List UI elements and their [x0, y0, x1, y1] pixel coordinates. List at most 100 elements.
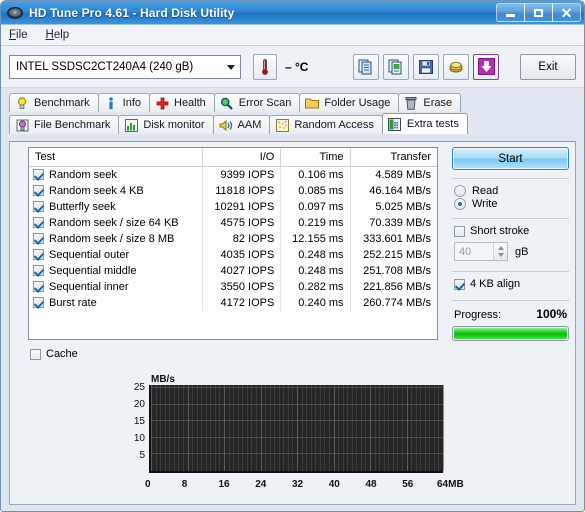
test-enabled-checkbox[interactable]: [33, 280, 44, 292]
chart-gridline-v: [169, 385, 171, 471]
chart-gridline-v: [265, 385, 267, 471]
exit-button[interactable]: Exit: [520, 53, 576, 80]
test-enabled-checkbox[interactable]: [33, 200, 44, 212]
transfer-cell: 333.601 MB/s: [363, 232, 431, 245]
file-benchmark-icon: [15, 118, 29, 132]
chart-gridline-v: [356, 385, 358, 471]
random-access-icon: [275, 118, 289, 132]
tab-random-access[interactable]: Random Access: [269, 115, 383, 134]
chart-gridline-v: [420, 385, 422, 471]
window-controls: ✕: [496, 3, 581, 22]
col-test: Test: [29, 148, 203, 167]
test-enabled-checkbox[interactable]: [33, 264, 44, 276]
short-stroke-input[interactable]: 40: [454, 242, 508, 261]
start-button[interactable]: Start: [452, 147, 569, 170]
bar-chart-icon: [124, 118, 138, 132]
spinner-up-icon[interactable]: [497, 246, 504, 250]
tab-erase[interactable]: Erase: [398, 93, 462, 112]
table-row[interactable]: Sequential outer 4035 IOPS 0.248 ms 252.215…: [29, 246, 437, 263]
tab-folder-usage[interactable]: Folder Usage: [299, 93, 400, 112]
tab-aam-label: AAM: [237, 119, 262, 131]
download-arrow-icon[interactable]: [473, 53, 499, 80]
chart-y-tick: 5: [139, 450, 145, 462]
minimize-button[interactable]: [496, 3, 525, 22]
test-enabled-checkbox[interactable]: [33, 232, 44, 244]
tab-benchmark[interactable]: Benchmark: [9, 93, 99, 112]
table-row[interactable]: Random seek / size 8 MB 82 IOPS 12.155 ms 3…: [29, 230, 437, 247]
chart-gridline-v: [178, 385, 180, 471]
chart-gridline-v: [411, 385, 413, 471]
menu-file[interactable]: File: [9, 29, 28, 41]
test-name-label: Random seek / size 64 KB: [49, 216, 179, 229]
time-cell: 0.248 ms: [280, 262, 351, 279]
chart-gridline-h: [151, 420, 443, 422]
tab-disk-monitor[interactable]: Disk monitor: [118, 115, 214, 134]
test-name-cell: Butterfly seek: [29, 198, 203, 215]
temperature-button[interactable]: [253, 53, 277, 80]
test-name-cell: Sequential outer: [29, 246, 203, 263]
magnifier-icon: [220, 96, 234, 110]
tab-aam[interactable]: AAM: [212, 115, 271, 134]
table-row[interactable]: Random seek 9399 IOPS 0.106 ms 4.589 MB/s: [29, 166, 437, 183]
radio-write[interactable]: Write: [454, 198, 569, 210]
table-row[interactable]: Sequential middle 4027 IOPS 0.248 ms 251.70…: [29, 262, 437, 279]
align-checkbox[interactable]: 4 KB align: [454, 278, 569, 290]
tab-extra-tests-label: Extra tests: [406, 118, 459, 130]
tab-info[interactable]: Info: [97, 93, 150, 112]
transfer-cell: 221.856 MB/s: [363, 280, 431, 293]
tab-health[interactable]: Health: [149, 93, 215, 112]
tab-health-label: Health: [174, 97, 206, 109]
copy-image-icon[interactable]: [383, 53, 409, 80]
spinner-down-icon[interactable]: [497, 253, 504, 257]
test-enabled-checkbox[interactable]: [33, 184, 44, 196]
extra-tests-icon: [388, 117, 402, 131]
close-button[interactable]: ✕: [552, 3, 581, 22]
chart-gridline-v: [333, 385, 335, 471]
short-stroke-checkbox-box: [454, 225, 465, 237]
radio-read[interactable]: Read: [454, 185, 569, 197]
drive-select[interactable]: INTEL SSDSC2CT240A4 (240 gB): [9, 54, 241, 79]
chart-gridline-h: [151, 453, 443, 455]
divider-2: [452, 218, 569, 219]
test-name-cell: Sequential middle: [29, 262, 203, 279]
copy-icon[interactable]: [353, 53, 379, 80]
table-row[interactable]: Burst rate 4172 IOPS 0.240 ms 260.774 MB/s: [29, 294, 437, 311]
short-stroke-checkbox[interactable]: Short stroke: [454, 225, 569, 237]
chart-gridline-v: [397, 385, 399, 471]
chart-gridline-v: [429, 385, 431, 471]
table-row[interactable]: Sequential inner 3550 IOPS 0.282 ms 221.856…: [29, 278, 437, 295]
start-button-label: Start: [498, 152, 523, 165]
test-name-label: Random seek / size 8 MB: [49, 232, 175, 245]
chart-gridline-v: [360, 385, 362, 471]
chart-gridline-v: [292, 385, 294, 471]
spinner-arrows[interactable]: [493, 243, 507, 260]
save-icon[interactable]: [413, 53, 439, 80]
test-name-label: Sequential outer: [49, 248, 130, 261]
chart-gridline-v: [196, 385, 198, 471]
cache-checkbox[interactable]: Cache: [30, 348, 78, 360]
chart-gridline-v: [260, 385, 262, 471]
tab-file-benchmark-label: File Benchmark: [34, 119, 111, 131]
chart-gridline-v: [370, 385, 371, 471]
chart-gridline-v: [392, 385, 394, 471]
gold-icon[interactable]: [443, 53, 469, 80]
test-enabled-checkbox[interactable]: [33, 248, 44, 260]
table-row[interactable]: Butterfly seek 10291 IOPS 0.097 ms 5.025 MB…: [29, 198, 437, 215]
test-enabled-checkbox[interactable]: [33, 216, 44, 228]
tab-error-scan[interactable]: Error Scan: [213, 93, 301, 112]
chart-gridline-v: [287, 385, 289, 471]
table-row[interactable]: Random seek / size 64 KB 4575 IOPS 0.219 m…: [29, 214, 437, 231]
test-enabled-checkbox[interactable]: [33, 296, 44, 308]
test-enabled-checkbox[interactable]: [33, 168, 44, 180]
cache-checkbox-box: [30, 348, 41, 360]
io-cell: 9399 IOPS: [202, 166, 282, 183]
align-checkbox-box: [454, 278, 465, 290]
tab-file-benchmark[interactable]: File Benchmark: [9, 115, 120, 134]
progress-value: 100%: [536, 307, 567, 321]
menu-help[interactable]: Help: [46, 29, 70, 41]
maximize-button[interactable]: [524, 3, 553, 22]
table-row[interactable]: Random seek 4 KB 11818 IOPS 0.085 ms 46.164…: [29, 182, 437, 199]
tab-extra-tests[interactable]: Extra tests: [381, 113, 468, 134]
chart-gridline-v: [242, 385, 244, 471]
chart-gridline-h: [151, 403, 443, 405]
